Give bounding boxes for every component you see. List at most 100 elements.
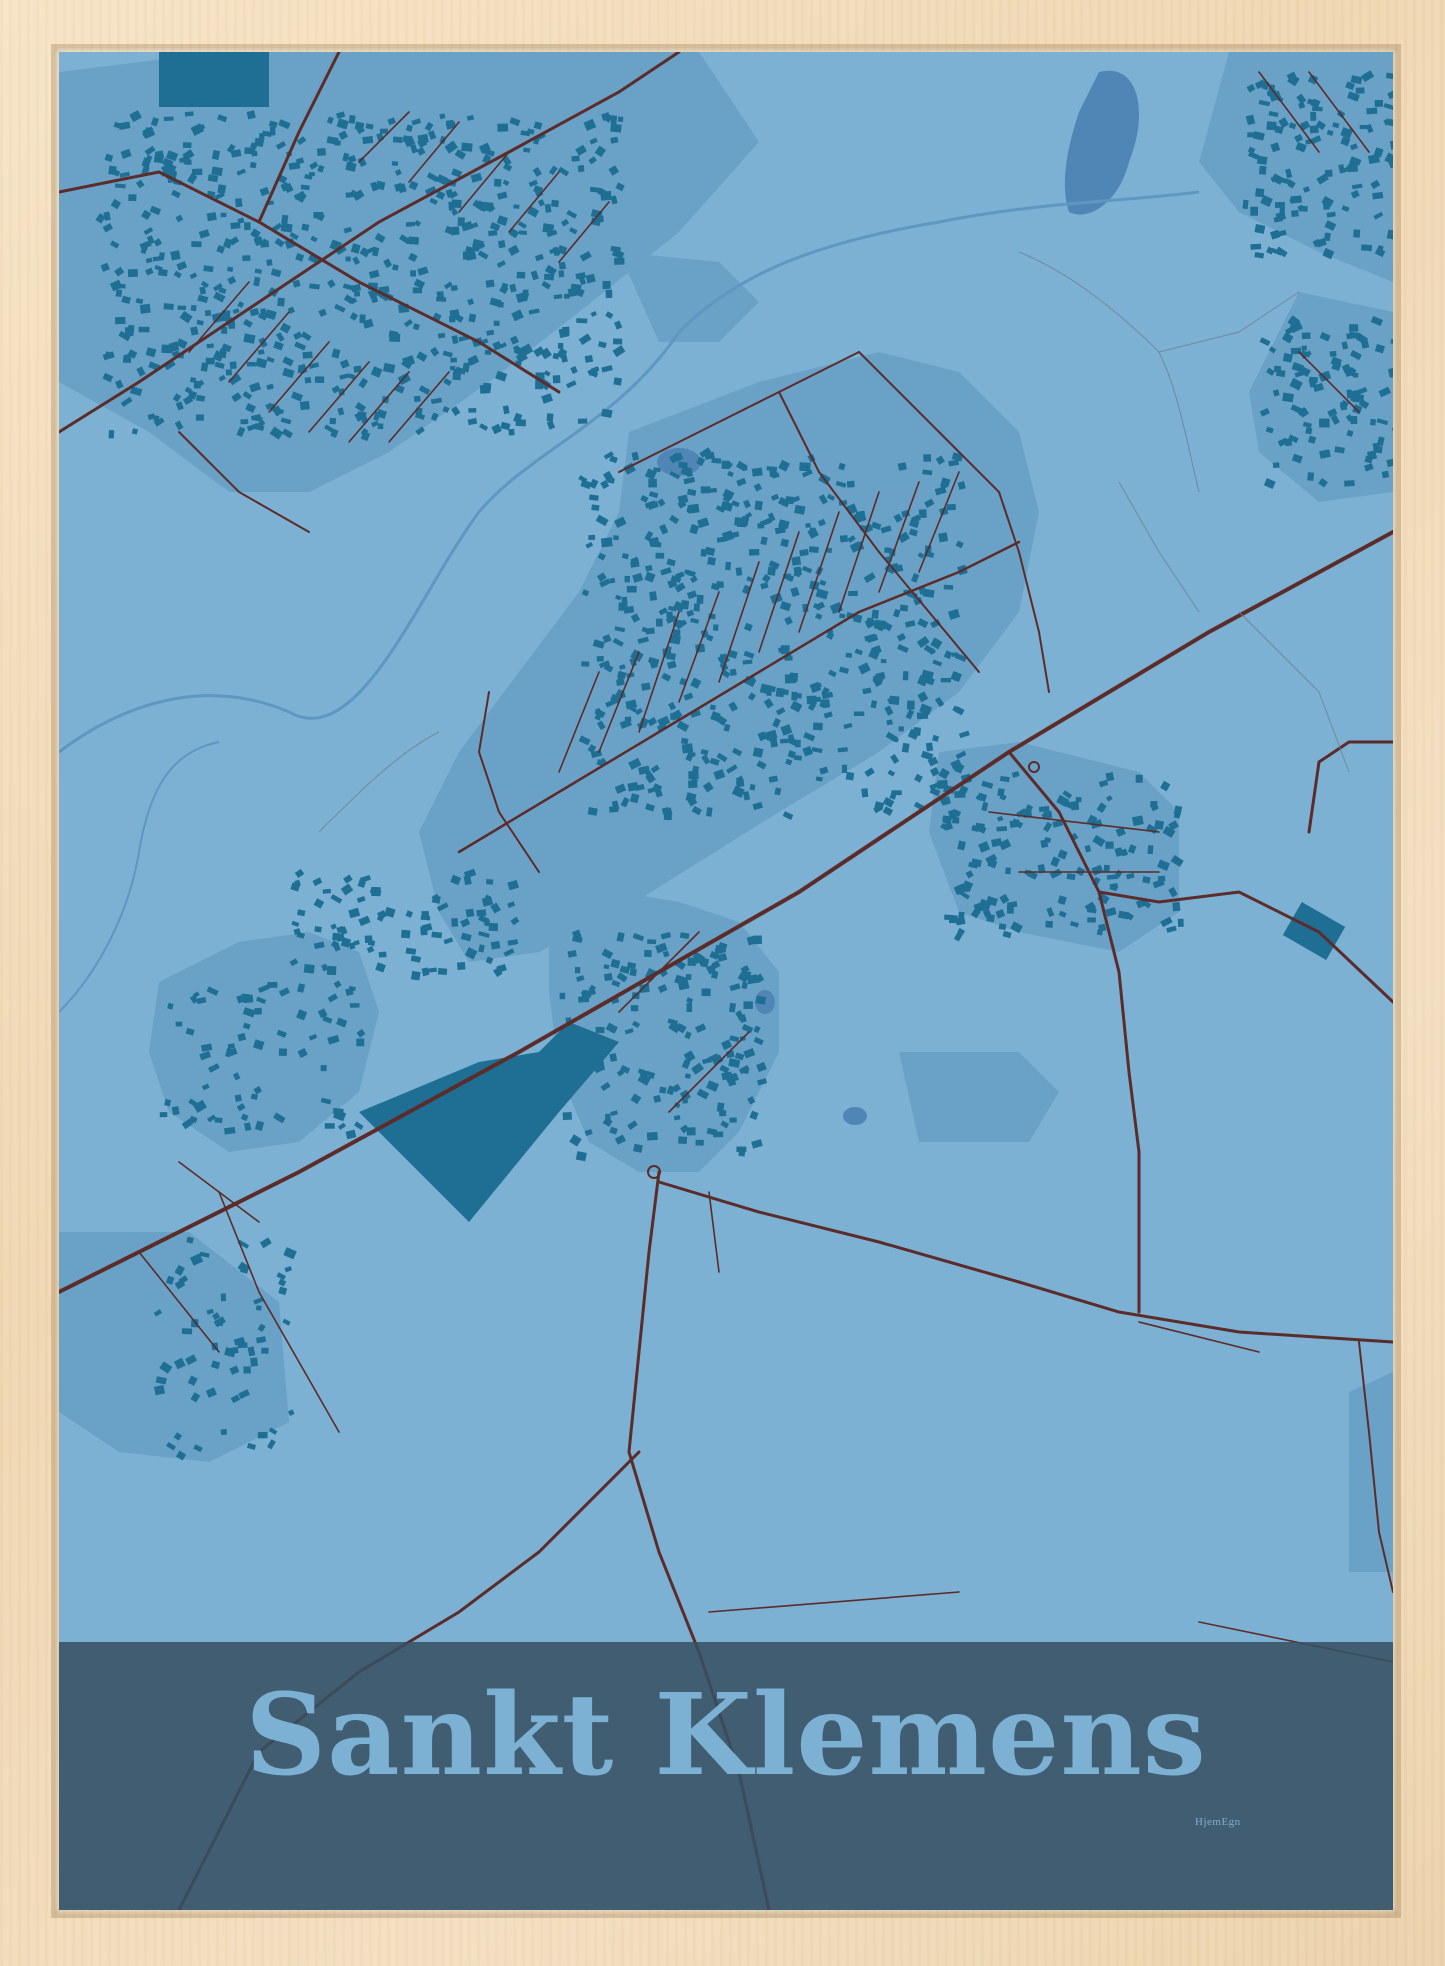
- building: [1266, 121, 1277, 131]
- building: [741, 465, 748, 471]
- building: [235, 198, 243, 208]
- building: [267, 981, 278, 988]
- building: [171, 1106, 180, 1116]
- building: [605, 1113, 611, 1123]
- building: [377, 423, 384, 430]
- building: [161, 344, 173, 354]
- building: [610, 123, 622, 133]
- building: [278, 1048, 287, 1056]
- building: [215, 1319, 223, 1327]
- building: [128, 194, 137, 202]
- building: [1290, 195, 1302, 204]
- building: [332, 1107, 344, 1115]
- building: [602, 280, 611, 289]
- building: [799, 462, 811, 472]
- building: [780, 738, 790, 744]
- building: [299, 400, 310, 411]
- building: [485, 279, 495, 288]
- building: [220, 1428, 227, 1435]
- building: [334, 140, 341, 146]
- building: [1105, 841, 1114, 849]
- building: [646, 1131, 658, 1141]
- building: [1366, 107, 1378, 115]
- building: [154, 150, 165, 159]
- building: [220, 1293, 227, 1302]
- building: [559, 1077, 571, 1086]
- building: [227, 266, 234, 272]
- building: [229, 361, 237, 370]
- building: [302, 351, 313, 359]
- building: [1005, 867, 1011, 875]
- building: [417, 133, 429, 144]
- building: [325, 889, 331, 894]
- building: [449, 365, 456, 371]
- building: [1301, 345, 1307, 351]
- building: [482, 382, 492, 391]
- building: [1242, 199, 1249, 210]
- building: [839, 535, 848, 543]
- building: [952, 817, 960, 824]
- building: [609, 1053, 618, 1062]
- building: [508, 428, 515, 436]
- building: [1372, 442, 1381, 451]
- building: [1355, 87, 1365, 94]
- building: [513, 204, 520, 209]
- building: [410, 270, 416, 277]
- building: [308, 171, 315, 177]
- zone-southeast: [1349, 1372, 1393, 1572]
- building: [944, 914, 954, 921]
- building: [431, 895, 441, 904]
- building: [1353, 229, 1361, 238]
- building: [157, 268, 168, 277]
- building: [1070, 801, 1080, 811]
- building: [570, 283, 582, 291]
- building: [853, 711, 865, 716]
- building: [1305, 427, 1313, 435]
- building: [712, 624, 719, 631]
- building: [451, 918, 458, 927]
- building: [326, 965, 337, 976]
- building: [401, 929, 411, 939]
- building: [244, 222, 251, 231]
- building: [108, 430, 115, 439]
- building: [845, 652, 853, 658]
- building: [680, 737, 689, 745]
- building: [629, 968, 638, 977]
- building: [244, 147, 256, 155]
- building: [450, 357, 458, 363]
- building: [1043, 810, 1053, 819]
- building: [550, 199, 560, 208]
- building: [1299, 205, 1308, 212]
- building: [450, 284, 458, 292]
- building: [1109, 883, 1119, 890]
- building: [124, 326, 134, 337]
- building: [437, 968, 448, 976]
- building: [700, 486, 711, 494]
- building: [871, 609, 879, 619]
- building: [304, 377, 312, 384]
- building: [243, 1366, 251, 1374]
- building: [1040, 839, 1049, 849]
- building: [725, 561, 732, 571]
- building: [937, 779, 948, 789]
- building: [891, 790, 902, 796]
- building: [785, 496, 795, 505]
- building: [412, 287, 422, 294]
- building: [254, 1007, 263, 1015]
- building: [805, 522, 811, 529]
- building: [713, 1131, 724, 1138]
- building: [461, 142, 473, 152]
- building: [450, 226, 460, 236]
- building: [548, 268, 555, 274]
- building: [682, 1099, 688, 1104]
- building: [624, 575, 630, 583]
- building: [902, 671, 909, 681]
- building: [115, 316, 126, 325]
- building: [748, 548, 760, 556]
- building: [736, 1146, 747, 1153]
- building: [468, 408, 477, 413]
- building: [861, 788, 869, 798]
- building: [546, 413, 554, 422]
- building: [688, 752, 696, 757]
- building: [1247, 132, 1258, 138]
